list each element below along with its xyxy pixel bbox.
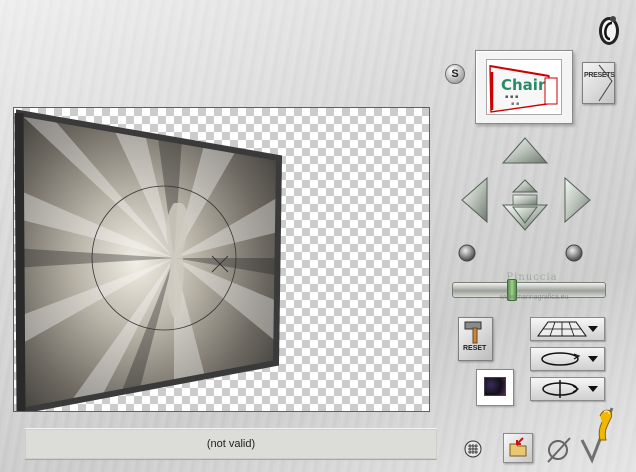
- rotate-right-knob[interactable]: [565, 244, 583, 262]
- perspective-plane-icon: [537, 321, 587, 337]
- status-bar: (not valid): [25, 428, 437, 460]
- svg-text:▪ ▪: ▪ ▪: [511, 101, 519, 107]
- presets-button[interactable]: PRESETS: [582, 62, 615, 104]
- perspective-image: [14, 109, 283, 411]
- cancel-icon[interactable]: [544, 436, 574, 464]
- chevron-down-icon: [588, 326, 598, 332]
- reset-label: RESET: [463, 345, 487, 352]
- arrow-pad: [455, 133, 607, 268]
- thumbnail-image: Chair ▪ ▪ ▪ ▪ ▪: [486, 59, 562, 115]
- chevron-down-icon: [588, 356, 598, 362]
- small-up-button[interactable]: [511, 179, 539, 193]
- status-text: (not valid): [206, 438, 256, 450]
- rotate-loop-icon: [541, 352, 581, 366]
- rotate-left-knob[interactable]: [458, 244, 476, 262]
- flip-rotate-icon: [542, 380, 580, 398]
- ok-check-icon[interactable]: [576, 402, 616, 464]
- perspective-mode-dropdown[interactable]: [530, 317, 605, 341]
- open-button[interactable]: [503, 433, 533, 463]
- corel-logo-icon[interactable]: [596, 14, 622, 46]
- arrow-right-button[interactable]: [564, 176, 591, 224]
- thumbnail-text: Chair: [501, 76, 546, 94]
- hammer-icon: [464, 321, 482, 344]
- flip-mode-dropdown[interactable]: [530, 377, 605, 401]
- arrow-up-button[interactable]: [501, 137, 549, 164]
- watermark-text: Pinuccia: [506, 272, 558, 283]
- color-swatch-button[interactable]: [476, 369, 514, 406]
- thumbnail-preview[interactable]: Chair ▪ ▪ ▪ ▪ ▪: [475, 50, 573, 124]
- watermark-url: www.marinagrafica.eu: [499, 294, 569, 301]
- chevron-down-icon: [588, 386, 598, 392]
- rotate-mode-dropdown[interactable]: [530, 347, 605, 371]
- arrow-left-button[interactable]: [461, 176, 488, 224]
- strength-slider[interactable]: Pinuccia www.marinagrafica.eu: [452, 272, 607, 306]
- grid-icon[interactable]: [464, 440, 482, 458]
- settings-s-button[interactable]: S: [445, 64, 465, 84]
- preview-canvas[interactable]: [13, 107, 430, 412]
- reset-button[interactable]: RESET: [458, 317, 493, 361]
- open-folder-icon: [509, 437, 527, 457]
- svg-text:▪ ▪ ▪: ▪ ▪ ▪: [505, 94, 518, 100]
- color-swatch-icon: [484, 377, 506, 396]
